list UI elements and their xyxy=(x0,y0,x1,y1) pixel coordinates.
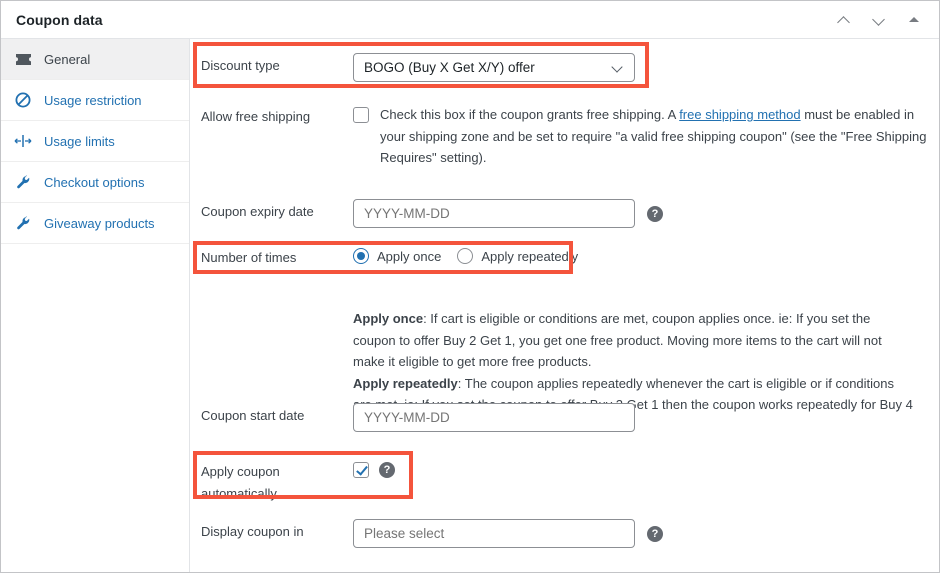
number-of-times-row: Number of times Apply once Apply repeate… xyxy=(190,248,939,266)
limits-icon xyxy=(13,132,33,150)
free-shipping-method-link[interactable]: free shipping method xyxy=(679,107,800,122)
allow-free-shipping-label: Allow free shipping xyxy=(201,109,311,124)
sidebar-item-label: General xyxy=(44,51,91,67)
apply-repeatedly-title: Apply repeatedly xyxy=(353,375,458,391)
triangle-up-icon xyxy=(909,17,919,22)
radio-apply-repeatedly-label: Apply repeatedly xyxy=(481,248,579,264)
coupon-expiry-date-label: Coupon expiry date xyxy=(201,204,314,219)
wrench-icon xyxy=(13,214,33,232)
discount-type-control: BOGO (Buy X Get X/Y) offer xyxy=(353,53,939,82)
panel-header: Coupon data xyxy=(1,1,939,39)
help-icon[interactable]: ? xyxy=(379,462,395,478)
allow-free-shipping-description: Check this box if the coupon grants free… xyxy=(380,104,933,169)
coupon-start-date-label: Coupon start date xyxy=(201,408,305,423)
sidebar-item-label: Usage restriction xyxy=(44,92,142,108)
general-settings-form: Discount type BOGO (Buy X Get X/Y) offer… xyxy=(190,39,939,572)
allow-free-shipping-control: Check this box if the coupon grants free… xyxy=(353,104,939,169)
move-up-button[interactable] xyxy=(833,9,855,31)
sidebar: General Usage restriction Usage limits C… xyxy=(1,39,190,572)
sidebar-item-checkout-options[interactable]: Checkout options xyxy=(1,162,189,203)
display-coupon-in-input[interactable] xyxy=(353,519,635,548)
apply-coupon-automatically-row: Apply coupon automatically ? xyxy=(190,459,939,505)
toggle-panel-button[interactable] xyxy=(903,9,925,31)
apply-once-body: : If cart is eligible or conditions are … xyxy=(353,311,882,369)
display-coupon-in-control: ? xyxy=(353,519,939,548)
apply-once-title: Apply once xyxy=(353,311,424,326)
panel-body: General Usage restriction Usage limits C… xyxy=(1,39,939,572)
sidebar-item-giveaway-products[interactable]: Giveaway products xyxy=(1,203,189,244)
desc-part-1: Check this box if the coupon grants free… xyxy=(380,107,680,122)
apply-coupon-automatically-label: Apply coupon automatically xyxy=(201,459,353,505)
radio-apply-once-label: Apply once xyxy=(377,248,442,264)
discount-type-select-wrap: BOGO (Buy X Get X/Y) offer xyxy=(353,53,635,82)
chevron-down-icon xyxy=(612,64,623,71)
number-of-times-label: Number of times xyxy=(201,250,297,265)
help-icon[interactable]: ? xyxy=(647,206,663,222)
allow-free-shipping-row: Allow free shipping Check this box if th… xyxy=(190,104,939,169)
ticket-icon xyxy=(13,50,33,68)
sidebar-item-general[interactable]: General xyxy=(1,39,189,80)
header-actions xyxy=(833,9,925,31)
sidebar-item-label: Giveaway products xyxy=(44,215,155,231)
sidebar-item-label: Checkout options xyxy=(44,174,145,190)
discount-type-select[interactable]: BOGO (Buy X Get X/Y) offer xyxy=(353,53,635,82)
sidebar-item-label: Usage limits xyxy=(44,133,115,149)
apply-coupon-automatically-control: ? xyxy=(353,459,939,478)
chevron-up-icon xyxy=(838,16,851,24)
coupon-data-panel: Coupon data General Usage restriction Us… xyxy=(0,0,940,573)
label-line-2: automatically xyxy=(201,486,277,501)
wrench-icon xyxy=(13,173,33,191)
display-coupon-in-label: Display coupon in xyxy=(201,524,304,539)
discount-type-label: Discount type xyxy=(201,58,280,73)
help-icon[interactable]: ? xyxy=(647,526,663,542)
coupon-start-date-row: Coupon start date xyxy=(190,403,939,432)
page-title: Coupon data xyxy=(16,11,103,28)
coupon-expiry-date-input[interactable] xyxy=(353,199,635,228)
discount-type-row: Discount type BOGO (Buy X Get X/Y) offer xyxy=(190,53,939,82)
number-of-times-control: Apply once Apply repeatedly xyxy=(353,248,939,264)
apply-once-description: Apply once: If cart is eligible or condi… xyxy=(353,308,913,373)
sidebar-item-usage-restriction[interactable]: Usage restriction xyxy=(1,80,189,121)
sidebar-item-usage-limits[interactable]: Usage limits xyxy=(1,121,189,162)
block-icon xyxy=(13,91,33,109)
apply-coupon-automatically-checkbox[interactable] xyxy=(353,462,369,478)
radio-apply-repeatedly[interactable] xyxy=(457,248,474,264)
chevron-down-icon xyxy=(873,16,886,24)
allow-free-shipping-checkbox[interactable] xyxy=(353,107,369,123)
coupon-expiry-date-control: ? xyxy=(353,199,939,228)
radio-apply-once[interactable] xyxy=(353,248,369,264)
coupon-start-date-control xyxy=(353,403,939,432)
display-coupon-in-row: Display coupon in ? xyxy=(190,519,939,548)
coupon-start-date-input[interactable] xyxy=(353,403,635,432)
label-line-1: Apply coupon xyxy=(201,464,280,479)
move-down-button[interactable] xyxy=(868,9,890,31)
coupon-expiry-date-row: Coupon expiry date ? xyxy=(190,199,939,228)
